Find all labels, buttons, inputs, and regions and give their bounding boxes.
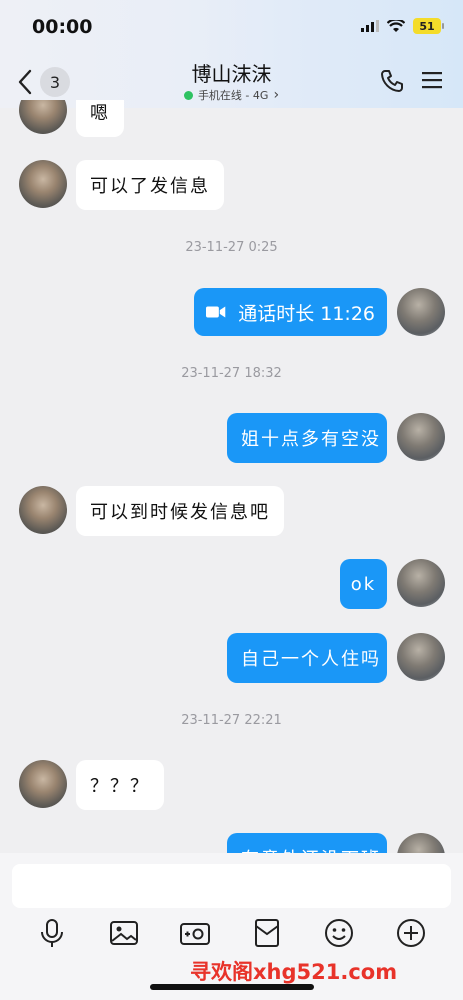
chat-area[interactable]: 嗯 可以了发信息 23-11-27 0:25 通话时长 11:26 23-11-… (0, 100, 463, 853)
watermark-text: 寻欢阁xhg521.com (190, 960, 398, 984)
contact-avatar[interactable] (19, 100, 67, 134)
my-avatar[interactable] (397, 833, 445, 853)
my-avatar[interactable] (397, 413, 445, 461)
status-icons: 51 (361, 18, 444, 34)
message-bubble-incoming[interactable]: 可以了发信息 (76, 160, 224, 210)
message-bubble-incoming[interactable]: 可以到时候发信息吧 (76, 486, 284, 536)
my-avatar[interactable] (397, 288, 445, 336)
message-text: ？？？ (90, 776, 150, 797)
message-text: 可以了发信息 (90, 176, 210, 197)
message-text: ok (350, 573, 377, 595)
top-bar: 00:00 51 3 博山沫沫 手机在线 - 4G › (0, 0, 463, 108)
my-avatar[interactable] (397, 633, 445, 681)
message-text: 有意外还没下班 (241, 845, 381, 853)
message-text: 嗯 (90, 102, 110, 124)
call-record-bubble[interactable]: 通话时长 11:26 (194, 288, 387, 336)
message-bubble-outgoing[interactable]: 有意外还没下班 (227, 833, 387, 853)
emoji-icon[interactable] (323, 917, 355, 949)
image-icon[interactable] (108, 917, 140, 949)
battery-indicator: 51 (413, 18, 444, 34)
wifi-icon (387, 19, 405, 32)
message-text: 自己一个人住吗 (241, 649, 381, 670)
online-dot (183, 90, 193, 100)
message-input[interactable] (12, 864, 451, 908)
toolbar (0, 917, 463, 957)
contact-avatar[interactable] (19, 760, 67, 808)
contact-avatar[interactable] (19, 160, 67, 208)
message-bubble-incoming[interactable]: ？？？ (76, 760, 164, 810)
phone-icon[interactable] (379, 68, 405, 94)
message-text: 可以到时候发信息吧 (90, 502, 270, 523)
my-avatar[interactable] (397, 559, 445, 607)
video-call-icon (206, 306, 226, 318)
menu-icon[interactable] (421, 70, 443, 90)
timestamp: 23-11-27 18:32 (181, 366, 282, 381)
camera-icon[interactable] (179, 917, 211, 949)
message-bubble-outgoing[interactable]: 姐十点多有空没 (227, 413, 387, 463)
message-bubble-outgoing[interactable]: ok (340, 559, 387, 609)
signal-icon (361, 20, 379, 32)
message-bubble-incoming[interactable]: 嗯 (76, 100, 124, 137)
call-duration-text: 通话时长 11:26 (238, 302, 375, 325)
timestamp: 23-11-27 0:25 (185, 240, 278, 255)
red-packet-icon[interactable] (251, 917, 283, 949)
home-indicator (150, 984, 314, 990)
timestamp: 23-11-27 22:21 (181, 713, 282, 728)
status-time: 00:00 (32, 16, 93, 38)
plus-icon[interactable] (395, 917, 427, 949)
microphone-icon[interactable] (36, 917, 68, 949)
message-text: 姐十点多有空没 (241, 429, 381, 450)
contact-avatar[interactable] (19, 486, 67, 534)
message-bubble-outgoing[interactable]: 自己一个人住吗 (227, 633, 387, 683)
